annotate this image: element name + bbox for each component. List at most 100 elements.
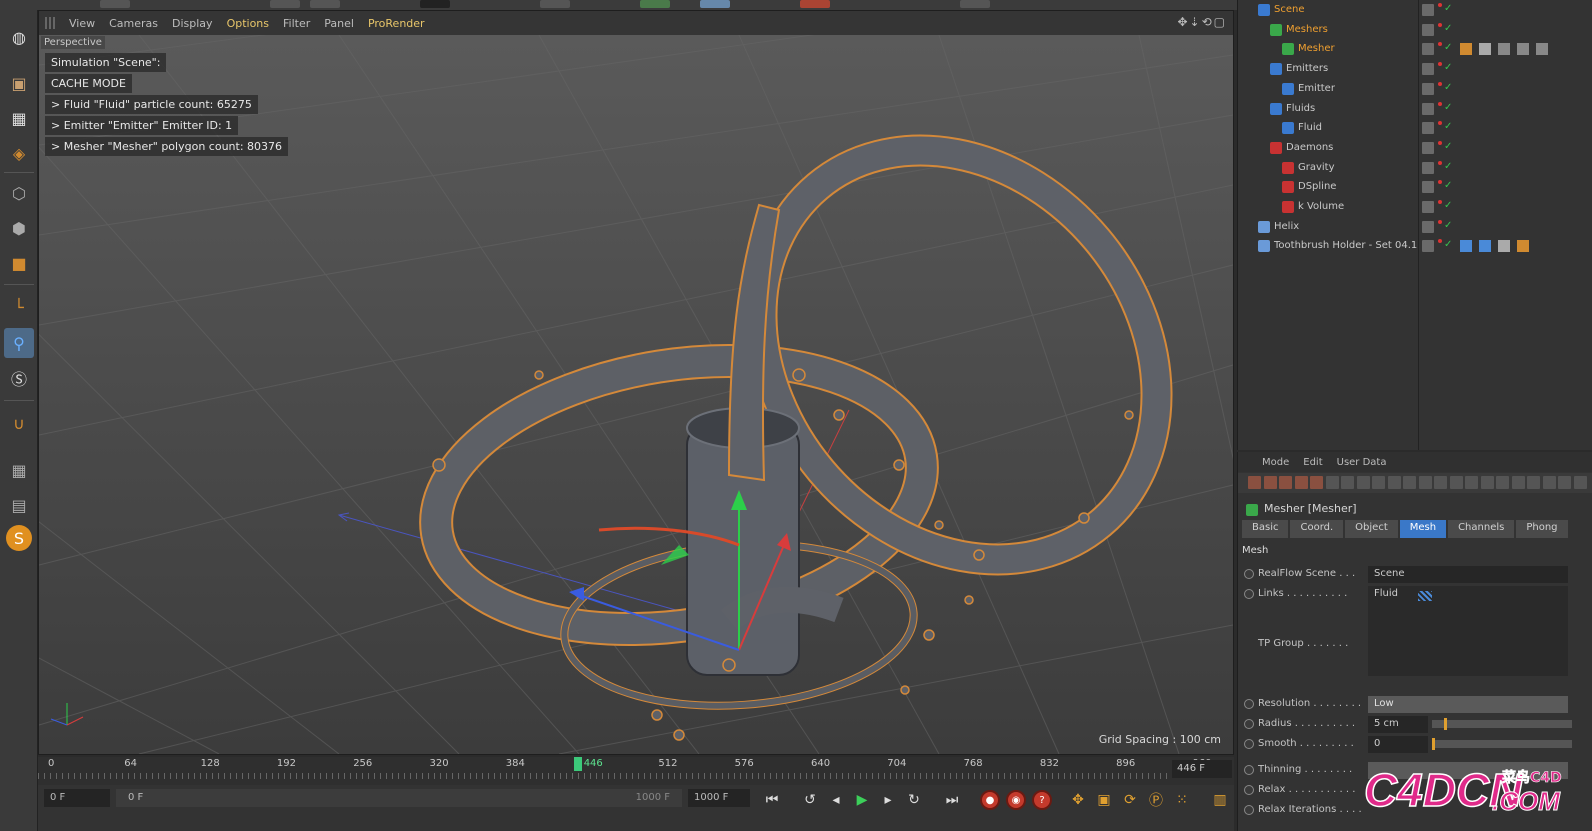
animate-param-icon[interactable] — [1244, 739, 1254, 749]
object-name[interactable]: Emitter — [1298, 83, 1335, 94]
scale-key-icon[interactable]: ▣ — [1092, 788, 1116, 812]
param-value[interactable]: 0 — [1368, 736, 1428, 753]
animate-param-icon[interactable] — [1244, 719, 1254, 729]
menu-options[interactable]: Options — [227, 17, 269, 30]
visibility-dot-icon[interactable] — [1438, 219, 1442, 224]
attr-menu-user-data[interactable]: User Data — [1337, 457, 1387, 468]
enabled-check-icon[interactable]: ✓ — [1444, 180, 1452, 191]
timeline-ruler[interactable]: 0 64 128 192 256 320 384 446 512 576 640 704 768 832 8… — [38, 757, 1212, 785]
object-row[interactable]: Fluids ✓ — [1238, 100, 1592, 119]
animate-param-icon[interactable] — [1244, 785, 1254, 795]
mouse-tweak-icon[interactable]: ⚲ — [4, 328, 34, 358]
attr-toolbar-icon[interactable] — [1496, 476, 1509, 489]
enabled-check-icon[interactable]: ✓ — [1444, 42, 1452, 53]
param-value[interactable]: Low — [1368, 696, 1568, 713]
layer-flag-icon[interactable] — [1422, 82, 1434, 95]
attr-toolbar-icon[interactable] — [1372, 476, 1385, 489]
workplane-lock-icon[interactable]: ▦ — [4, 455, 34, 485]
checker-texture-icon[interactable]: ▦ — [4, 103, 34, 133]
object-name[interactable]: Fluids — [1286, 103, 1315, 114]
enabled-check-icon[interactable]: ✓ — [1444, 3, 1452, 14]
rotate-key-icon[interactable]: ⟳ — [1118, 788, 1142, 812]
enabled-check-icon[interactable]: ✓ — [1444, 62, 1452, 73]
attr-toolbar-icon[interactable] — [1294, 476, 1308, 489]
animate-param-icon[interactable] — [1244, 589, 1254, 599]
object-name[interactable]: DSpline — [1298, 181, 1336, 192]
attr-toolbar-icon[interactable] — [1449, 476, 1463, 489]
object-tag-icon[interactable] — [1460, 240, 1472, 253]
attr-toolbar-icon[interactable] — [1341, 476, 1354, 489]
visibility-dot-icon[interactable] — [1438, 121, 1442, 126]
step-back-icon[interactable]: ◂ — [824, 788, 848, 812]
attr-toolbar-icon[interactable] — [1511, 476, 1525, 489]
layer-flag-icon[interactable] — [1422, 161, 1434, 174]
layer-flag-icon[interactable] — [1422, 122, 1434, 135]
param-value[interactable]: 5 cm — [1368, 716, 1428, 733]
object-tag-icon[interactable] — [1498, 240, 1510, 253]
attr-toolbar-icon[interactable] — [1325, 476, 1339, 489]
param-slider[interactable] — [1432, 718, 1572, 730]
object-name[interactable]: Emitters — [1286, 63, 1328, 74]
object-row[interactable]: Helix ✓ — [1238, 218, 1592, 237]
attr-toolbar-icon[interactable] — [1558, 476, 1571, 489]
enabled-check-icon[interactable]: ✓ — [1444, 220, 1452, 231]
toolbar-button[interactable] — [800, 0, 830, 8]
polygons-mode-icon[interactable]: ■ — [4, 248, 34, 278]
menu-cameras[interactable]: Cameras — [109, 17, 158, 30]
visibility-dot-icon[interactable] — [1438, 200, 1442, 204]
script-s-icon[interactable]: S — [6, 525, 32, 551]
record-icon[interactable]: ● — [980, 790, 1000, 810]
object-name[interactable]: Fluid — [1298, 122, 1322, 133]
attr-tab[interactable]: Phong — [1516, 520, 1568, 538]
attr-toolbar-icon[interactable] — [1434, 476, 1447, 489]
object-name[interactable]: Scene — [1274, 4, 1305, 15]
attr-tab[interactable]: Coord. — [1290, 520, 1344, 538]
object-name[interactable]: Daemons — [1286, 142, 1333, 153]
object-row[interactable]: k Volume ✓ — [1238, 198, 1592, 217]
object-row[interactable]: Emitters ✓ — [1238, 60, 1592, 79]
attr-tab[interactable]: Basic — [1242, 520, 1289, 538]
magnet-icon[interactable]: ∪ — [4, 408, 34, 438]
visibility-dot-icon[interactable] — [1438, 62, 1442, 67]
viewport[interactable]: View Cameras Display Options Filter Pane… — [38, 10, 1234, 755]
plane-icon[interactable]: ◈ — [4, 138, 34, 168]
object-row[interactable]: Toothbrush Holder - Set 04.1 ✓ — [1238, 237, 1592, 256]
timeline-window-icon[interactable]: ▥ — [1208, 788, 1232, 812]
object-tag-icon[interactable] — [1517, 240, 1529, 253]
autokey-icon[interactable]: ◉ — [1006, 790, 1026, 810]
object-name[interactable]: Helix — [1274, 221, 1299, 232]
enabled-check-icon[interactable]: ✓ — [1444, 239, 1452, 250]
attr-toolbar-icon[interactable] — [1542, 476, 1556, 489]
axis-icon[interactable]: └ — [4, 292, 34, 322]
object-tag-icon[interactable] — [1498, 43, 1510, 56]
pla-key-icon[interactable]: ⁙ — [1170, 788, 1194, 812]
object-row[interactable]: Gravity ✓ — [1238, 159, 1592, 178]
end-frame-field[interactable]: 1000 F — [688, 789, 750, 807]
layer-flag-icon[interactable] — [1422, 240, 1434, 253]
object-row[interactable]: DSpline ✓ — [1238, 178, 1592, 197]
attr-toolbar-icon[interactable] — [1279, 476, 1292, 489]
visibility-dot-icon[interactable] — [1438, 239, 1442, 244]
visibility-dot-icon[interactable] — [1438, 140, 1442, 145]
toolbar-button[interactable] — [540, 0, 570, 8]
attr-toolbar-icon[interactable] — [1248, 476, 1261, 489]
object-name[interactable]: Toothbrush Holder - Set 04.1 — [1274, 240, 1417, 251]
animate-param-icon[interactable] — [1244, 699, 1254, 709]
range-slider[interactable]: 0 F 1000 F — [116, 789, 682, 807]
layer-flag-icon[interactable] — [1422, 181, 1434, 194]
visibility-dot-icon[interactable] — [1438, 160, 1442, 165]
object-tag-icon[interactable] — [1517, 43, 1529, 56]
layer-flag-icon[interactable] — [1422, 63, 1434, 76]
param-value[interactable] — [1368, 626, 1568, 676]
enabled-check-icon[interactable]: ✓ — [1444, 141, 1452, 152]
viewport-canvas[interactable]: Perspective Simulation "Scene": CACHE MO… — [39, 35, 1233, 754]
edges-mode-icon[interactable]: ⬢ — [4, 213, 34, 243]
animate-param-icon[interactable] — [1244, 569, 1254, 579]
toolbar-button[interactable] — [270, 0, 300, 8]
step-forward-icon[interactable]: ▸ — [876, 788, 900, 812]
enabled-check-icon[interactable]: ✓ — [1444, 121, 1452, 132]
attr-toolbar-icon[interactable] — [1263, 476, 1277, 489]
enabled-check-icon[interactable]: ✓ — [1444, 102, 1452, 113]
move-key-icon[interactable]: ✥ — [1066, 788, 1090, 812]
param-key-icon[interactable]: Ⓟ — [1144, 788, 1168, 812]
